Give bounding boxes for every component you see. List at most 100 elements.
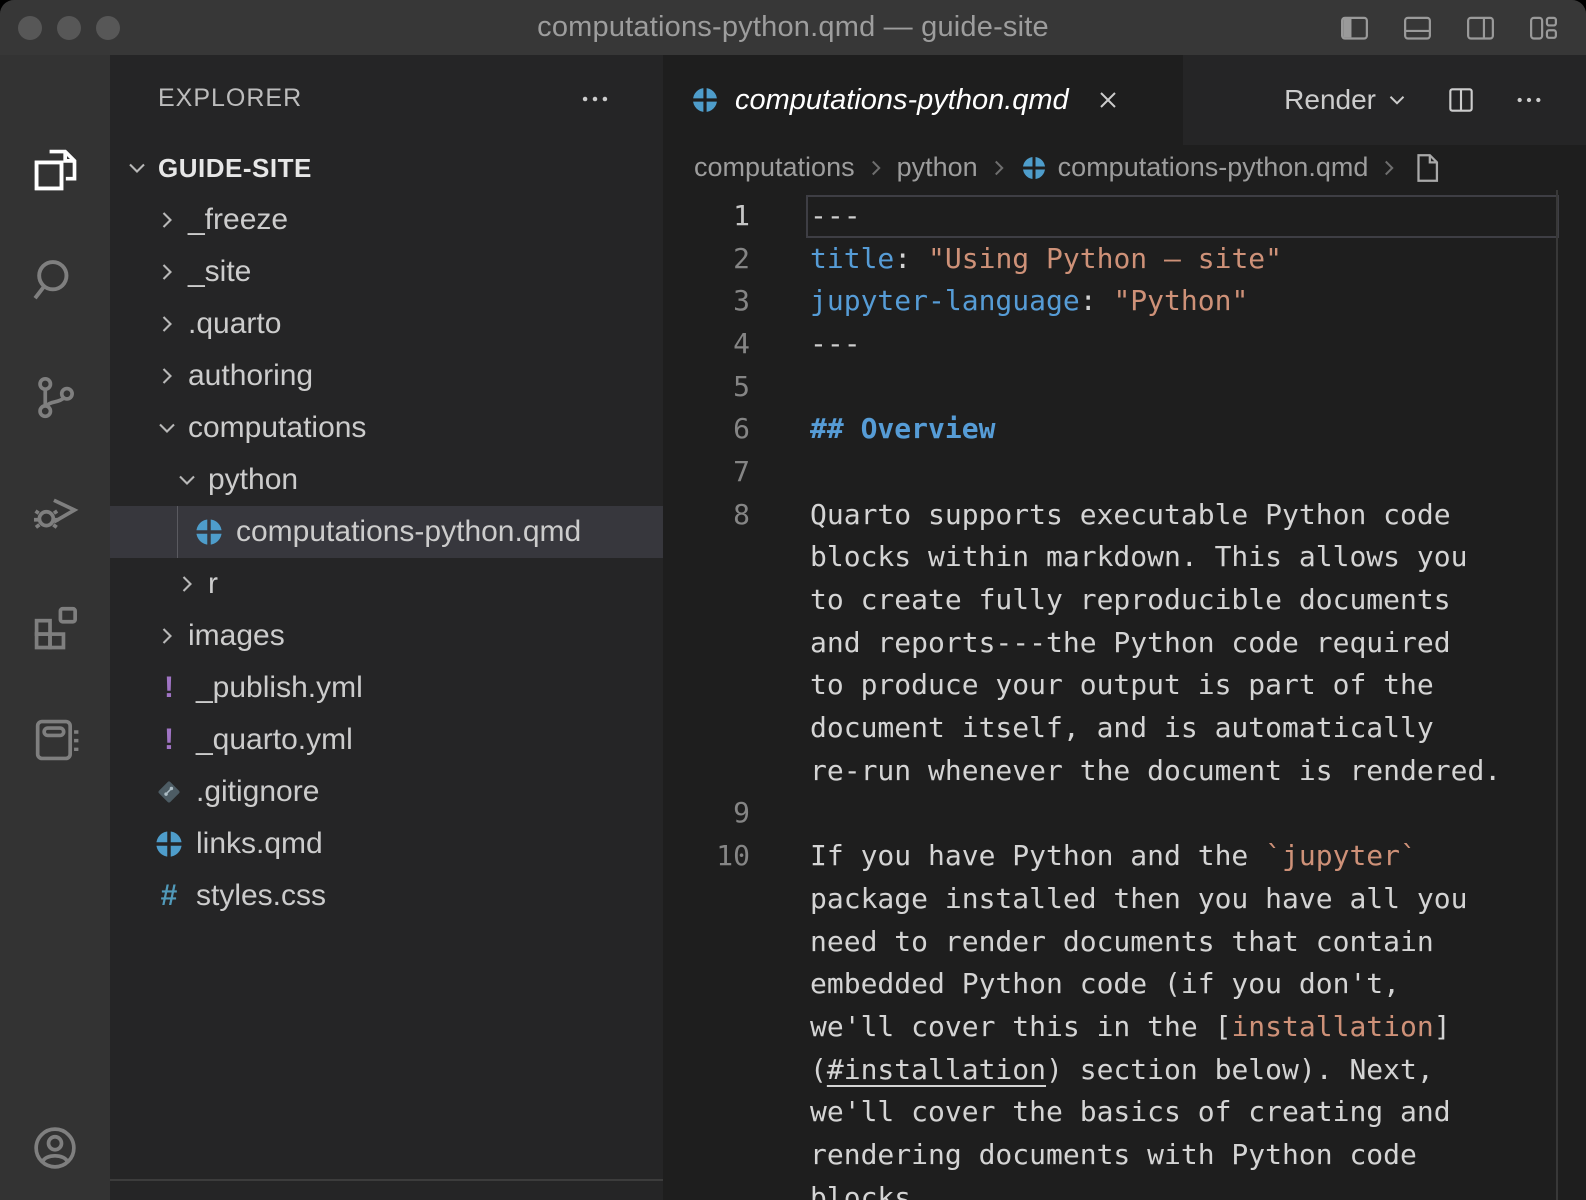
activity-bar-item-explorer[interactable] — [0, 120, 110, 220]
code-line[interactable]: 1--- — [663, 194, 1586, 237]
code-line[interactable]: we'll cover this in the [installation] — [663, 1005, 1586, 1048]
code-text: re-run whenever the document is rendered… — [810, 754, 1501, 787]
activity-bar-item-account[interactable] — [0, 1098, 110, 1198]
code-text: to create fully reproducible documents — [810, 583, 1451, 616]
tree-root-guide-site[interactable]: GUIDE-SITE — [110, 142, 663, 194]
chevron-right-icon — [1376, 155, 1402, 181]
toggle-sidebar-icon[interactable] — [1338, 11, 1371, 44]
code-line[interactable]: and reports---the Python code required — [663, 621, 1586, 664]
tree-item-styles-css[interactable]: #styles.css — [110, 870, 663, 922]
quarto-icon — [1020, 154, 1048, 182]
editor-actions: Render — [1284, 55, 1586, 145]
tree-item-gitignore[interactable]: .gitignore — [110, 766, 663, 818]
chevron-right-icon — [863, 155, 889, 181]
code-line[interactable]: to create fully reproducible documents — [663, 578, 1586, 621]
git-icon — [152, 775, 186, 809]
code-line[interactable]: blocks. — [663, 1176, 1586, 1200]
tree-root-label: GUIDE-SITE — [158, 153, 312, 184]
yaml-icon: ! — [152, 671, 186, 705]
tree-item-authoring[interactable]: authoring — [110, 350, 663, 402]
tree-item-label: _quarto.yml — [196, 723, 353, 757]
code-line[interactable]: embedded Python code (if you don't, — [663, 962, 1586, 1005]
close-icon — [1094, 86, 1122, 114]
line-number: 10 — [663, 839, 810, 872]
tree-item-r[interactable]: r — [110, 558, 663, 610]
code-line[interactable]: (#installation) section below). Next, — [663, 1048, 1586, 1091]
tree-item-computations-python-qmd[interactable]: computations-python.qmd — [110, 506, 663, 558]
code-line[interactable]: 4--- — [663, 322, 1586, 365]
code-text: and reports---the Python code required — [810, 626, 1451, 659]
code-line[interactable]: 3jupyter-language: "Python" — [663, 279, 1586, 322]
code-line[interactable]: we'll cover the basics of creating and — [663, 1090, 1586, 1133]
breadcrumb-item-python[interactable]: python — [897, 152, 978, 183]
code-line[interactable]: 10If you have Python and the `jupyter` — [663, 834, 1586, 877]
tree-item-links-qmd[interactable]: links.qmd — [110, 818, 663, 870]
code-editor[interactable]: 1---2title: "Using Python — site"3jupyte… — [663, 190, 1586, 1200]
tab-close-button[interactable] — [1091, 83, 1125, 117]
code-text: --- — [810, 199, 861, 232]
line-number: 7 — [663, 455, 810, 488]
vscode-window: computations-python.qmd — guide-site EXP… — [0, 0, 1586, 1200]
tree-item-computations[interactable]: computations — [110, 402, 663, 454]
line-number: 2 — [663, 242, 810, 275]
breadcrumb-item-computations-python-qmd[interactable]: computations-python.qmd — [1058, 152, 1369, 183]
code-line[interactable]: to produce your output is part of the — [663, 664, 1586, 707]
code-line[interactable]: 5 — [663, 365, 1586, 408]
symbol-file-icon[interactable] — [1410, 151, 1444, 185]
titlebar: computations-python.qmd — guide-site — [0, 0, 1586, 55]
code-line[interactable]: document itself, and is automatically — [663, 706, 1586, 749]
tree-item-site[interactable]: _site — [110, 246, 663, 298]
file-tree: GUIDE-SITE _freeze_site.quartoauthoring co… — [110, 142, 663, 922]
customize-layout-icon[interactable] — [1527, 11, 1560, 44]
account-icon — [29, 1122, 81, 1174]
tree-item-quarto[interactable]: .quarto — [110, 298, 663, 350]
code-line[interactable]: 9 — [663, 792, 1586, 835]
chevron-right-icon — [152, 361, 182, 391]
tree-item-freeze[interactable]: _freeze — [110, 194, 663, 246]
code-line[interactable]: 7 — [663, 450, 1586, 493]
toggle-secondary-sidebar-icon[interactable] — [1464, 11, 1497, 44]
breadcrumb-item-computations[interactable]: computations — [694, 152, 855, 183]
activity-bar-item-search[interactable] — [0, 230, 110, 330]
code-text: blocks within markdown. This allows you — [810, 540, 1467, 573]
tree-item-python[interactable]: python — [110, 454, 663, 506]
ellipsis-icon — [1513, 84, 1545, 116]
breadcrumb: computations python computations-python.qm… — [663, 145, 1586, 190]
tree-item-label: computations — [188, 411, 366, 445]
code-line[interactable]: rendering documents with Python code — [663, 1133, 1586, 1176]
tab-label: computations-python.qmd — [735, 84, 1069, 117]
code-line[interactable]: need to render documents that contain — [663, 920, 1586, 963]
code-line[interactable]: 2title: "Using Python — site" — [663, 237, 1586, 280]
tree-item-quarto-yml[interactable]: !_quarto.yml — [110, 714, 663, 766]
chevron-down-icon[interactable] — [1384, 87, 1410, 113]
code-line[interactable]: package installed then you have all you — [663, 877, 1586, 920]
outline-section-header[interactable]: OUTLINE — [110, 1183, 663, 1200]
editor-more-button[interactable] — [1512, 83, 1546, 117]
titlebar-layout-controls — [1338, 0, 1560, 55]
line-number: 6 — [663, 412, 810, 445]
code-line[interactable]: 6## Overview — [663, 407, 1586, 450]
indent-guide — [177, 506, 178, 558]
activity-bar-item-run-debug[interactable] — [0, 460, 110, 560]
code-line[interactable]: blocks within markdown. This allows you — [663, 536, 1586, 579]
line-number: 4 — [663, 327, 810, 360]
tab-computations-python-qmd[interactable]: computations-python.qmd — [663, 55, 1183, 145]
source-control-icon — [29, 371, 81, 423]
tree-item-label: r — [208, 567, 218, 601]
quarto-icon — [689, 84, 721, 116]
split-editor-button[interactable] — [1444, 83, 1478, 117]
code-text: we'll cover the basics of creating and — [810, 1095, 1451, 1128]
code-line[interactable]: 8Quarto supports executable Python code — [663, 493, 1586, 536]
tree-item-publish-yml[interactable]: !_publish.yml — [110, 662, 663, 714]
tree-item-label: .gitignore — [196, 775, 319, 809]
tree-item-label: links.qmd — [196, 827, 323, 861]
activity-bar-item-source-control[interactable] — [0, 347, 110, 447]
tree-item-images[interactable]: images — [110, 610, 663, 662]
toggle-panel-icon[interactable] — [1401, 11, 1434, 44]
activity-bar-item-extensions[interactable] — [0, 575, 110, 675]
render-button[interactable]: Render — [1284, 84, 1410, 116]
code-line[interactable]: re-run whenever the document is rendered… — [663, 749, 1586, 792]
explorer-more-button[interactable] — [575, 79, 615, 119]
code-text: title: "Using Python — site" — [810, 242, 1282, 275]
activity-bar-item-notebook[interactable] — [0, 690, 110, 790]
